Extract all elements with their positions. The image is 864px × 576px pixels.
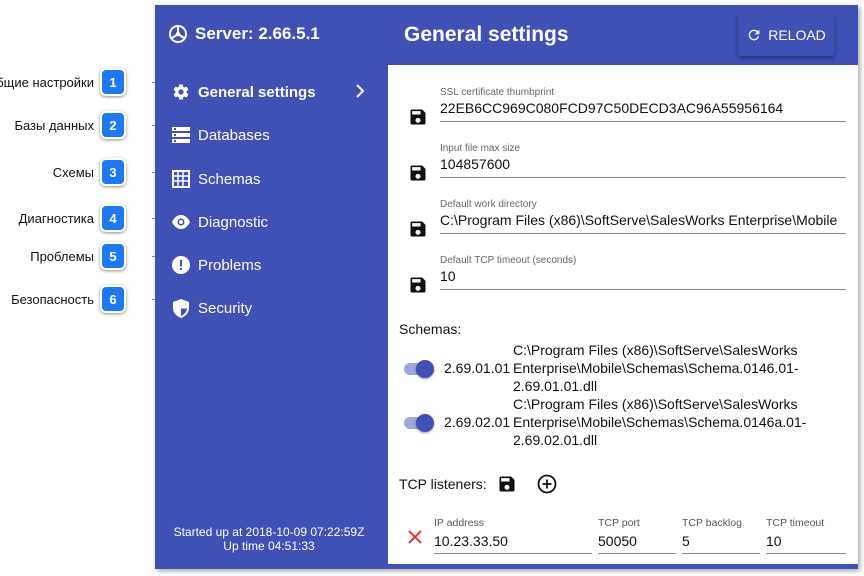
reload-label: RELOAD	[768, 27, 826, 43]
chevron-right-icon	[353, 83, 367, 103]
tcp-timeout-input[interactable]: 10	[766, 532, 846, 554]
sidebar-item-databases[interactable]: Databases	[171, 120, 371, 150]
sidebar-item-diagnostic[interactable]: Diagnostic	[171, 207, 371, 237]
default-work-directory-input[interactable]: C:\Program Files (x86)\SoftServe\SalesWo…	[440, 211, 846, 234]
callout-3: Схемы 3	[53, 158, 126, 186]
ip-address-field: IP address 10.23.33.50	[434, 517, 592, 557]
sidebar-item-security[interactable]: Security	[171, 293, 371, 323]
callout-badge: 3	[100, 158, 126, 186]
field-label: SSL certificate thumbprint	[440, 87, 555, 98]
callout-label: Схемы	[52, 164, 94, 180]
save-icon[interactable]	[408, 163, 428, 188]
tcp-backlog-field: TCP backlog 5	[682, 517, 760, 557]
sidebar-item-general-settings[interactable]: General settings	[171, 77, 371, 107]
setting-default-tcp-timeout: Default TCP timeout (seconds) 10	[408, 255, 846, 305]
sidebar: Server: 2.66.5.1 General settings Databa…	[155, 5, 383, 569]
callout-5: Проблемы 5	[30, 242, 126, 270]
tcp-listener-row: IP address 10.23.33.50 TCP port 50050 TC…	[408, 517, 848, 557]
schema-version: 2.69.02.01	[444, 414, 511, 430]
sidebar-item-label: Security	[198, 299, 253, 317]
save-icon[interactable]	[408, 275, 428, 300]
tcp-port-input[interactable]: 50050	[598, 532, 676, 554]
sidebar-item-label: Problems	[198, 256, 262, 274]
started-up-text: Started up at 2018-10-09 07:22:59Z	[173, 525, 365, 539]
ssl-thumbprint-input[interactable]: 22EB6CC969C080FCD97C50DECD3AC96A55956164	[440, 99, 846, 122]
tcp-port-field: TCP port 50050	[598, 517, 676, 557]
callout-4: Диагностика 4	[19, 204, 126, 232]
tcp-port-label: TCP port	[598, 517, 640, 529]
page-title: General settings	[404, 23, 569, 46]
server-title-text: Server: 2.66.5.1	[195, 24, 320, 43]
field-label: Default work directory	[440, 199, 537, 210]
callout-1: Общие настройки 1	[0, 68, 126, 96]
gear-icon	[171, 82, 191, 102]
default-tcp-timeout-input[interactable]: 10	[440, 267, 846, 290]
tcp-backlog-input[interactable]: 5	[682, 532, 760, 554]
server-logo-icon	[169, 25, 187, 43]
schemas-label: Schemas:	[399, 321, 462, 337]
callout-label: Базы данных	[14, 117, 94, 133]
callout-6: Безопасность 6	[11, 285, 126, 313]
app-window: Server: 2.66.5.1 General settings Databa…	[155, 5, 858, 569]
save-icon[interactable]	[497, 474, 517, 494]
sidebar-item-label: General settings	[198, 83, 316, 101]
input-file-max-size-input[interactable]: 104857600	[440, 155, 846, 178]
schema-path: C:\Program Files (x86)\SoftServe\SalesWo…	[513, 342, 799, 394]
uptime-text: Up time 04:51:33	[223, 539, 315, 553]
sidebar-item-label: Databases	[198, 126, 270, 144]
shield-icon	[171, 298, 191, 318]
callout-2: Базы данных 2	[14, 111, 126, 139]
schema-toggle[interactable]	[402, 414, 436, 432]
schema-icon	[171, 169, 191, 189]
callout-label: Безопасность	[11, 291, 94, 307]
callout-label: Диагностика	[18, 210, 94, 226]
tcp-listeners-label: TCP listeners:	[399, 476, 487, 492]
setting-default-work-directory: Default work directory C:\Program Files …	[408, 199, 846, 249]
callout-badge: 2	[100, 111, 126, 139]
reload-button[interactable]: RELOAD	[738, 14, 834, 56]
settings-panel: SSL certificate thumbprint 22EB6CC969C08…	[383, 65, 858, 569]
callout-label: Общие настройки	[0, 74, 94, 90]
tcp-listeners-header: TCP listeners:	[399, 474, 557, 494]
callout-badge: 6	[100, 285, 126, 313]
eye-icon	[171, 212, 191, 232]
tcp-timeout-field: TCP timeout 10	[766, 517, 846, 557]
schema-version: 2.69.01.01	[444, 360, 511, 376]
schema-toggle[interactable]	[402, 360, 436, 378]
schema-path: C:\Program Files (x86)\SoftServe\SalesWo…	[513, 396, 807, 448]
save-icon[interactable]	[408, 107, 428, 132]
callout-label: Проблемы	[30, 248, 94, 264]
sidebar-item-problems[interactable]: Problems	[171, 250, 371, 280]
sidebar-item-label: Diagnostic	[198, 213, 269, 231]
sidebar-item-label: Schemas	[198, 170, 261, 188]
setting-input-file-max-size: Input file max size 104857600	[408, 143, 846, 193]
callout-badge: 4	[100, 204, 126, 232]
setting-ssl-thumbprint: SSL certificate thumbprint 22EB6CC969C08…	[408, 87, 846, 137]
database-icon	[171, 125, 191, 145]
sidebar-item-schemas[interactable]: Schemas	[171, 164, 371, 194]
delete-icon[interactable]	[408, 530, 422, 549]
field-label: Default TCP timeout (seconds)	[440, 255, 577, 266]
tcp-backlog-label: TCP backlog	[682, 517, 742, 529]
field-label: Input file max size	[440, 143, 521, 154]
server-status: Started up at 2018-10-09 07:22:59Z Up ti…	[155, 525, 383, 553]
add-circle-icon[interactable]	[537, 474, 557, 494]
tcp-timeout-label: TCP timeout	[766, 517, 825, 529]
alert-icon	[171, 255, 191, 275]
server-title: Server: 2.66.5.1	[168, 24, 320, 44]
schema-item: 2.69.02.01 C:\Program Files (x86)\SoftSe…	[402, 395, 842, 449]
refresh-icon	[748, 29, 760, 41]
ip-address-label: IP address	[434, 517, 485, 529]
schema-item: 2.69.01.01 C:\Program Files (x86)\SoftSe…	[402, 341, 842, 395]
header-bar: General settings RELOAD	[383, 5, 858, 65]
ip-address-input[interactable]: 10.23.33.50	[434, 532, 592, 554]
callout-badge: 1	[100, 68, 126, 96]
callout-badge: 5	[100, 242, 126, 270]
save-icon[interactable]	[408, 219, 428, 244]
